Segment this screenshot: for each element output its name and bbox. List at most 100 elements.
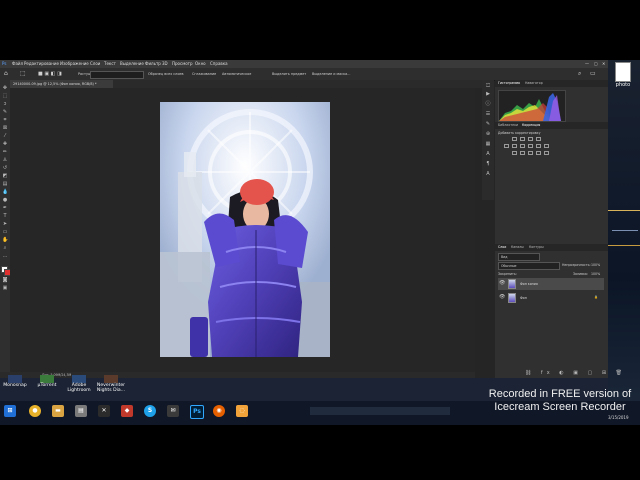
zoom-tool-icon[interactable]: ⌕: [2, 246, 8, 251]
quick-select-tool-icon[interactable]: ✎: [2, 110, 8, 115]
hand-tool-icon[interactable]: ✋: [2, 238, 8, 243]
windows-start-icon[interactable]: ⊞: [4, 405, 16, 417]
frame-tool-icon[interactable]: ⊠: [2, 126, 8, 131]
play-icon[interactable]: ▶: [485, 92, 491, 97]
desktop-icon-utorrent[interactable]: µTorrent: [34, 375, 60, 388]
desktop-icon-monosnap[interactable]: Monosnap: [2, 375, 28, 388]
invert-adjust-icon[interactable]: [512, 151, 517, 155]
hue-adjust-icon[interactable]: [512, 144, 517, 148]
info-icon[interactable]: ⓘ: [485, 102, 491, 107]
firefox-icon[interactable]: ◉: [213, 405, 225, 417]
paragraph-icon[interactable]: ¶: [485, 162, 491, 167]
menu-edit[interactable]: Редактирование: [24, 61, 59, 66]
tab-channels[interactable]: Каналы: [511, 245, 524, 249]
search-icon[interactable]: ⌕: [578, 70, 581, 78]
menu-file[interactable]: Файл: [12, 61, 23, 66]
visibility-eye-icon[interactable]: 👁: [499, 295, 505, 300]
more-tools-icon[interactable]: …: [2, 254, 8, 259]
bw-adjust-icon[interactable]: [528, 144, 533, 148]
document-tab[interactable]: 29140000-09.jpg @ 12,5% (Фон копия, RGB/…: [10, 80, 113, 88]
close-button[interactable]: ✕: [602, 61, 605, 66]
move-tool-icon[interactable]: ✥: [2, 86, 8, 91]
opacity-value[interactable]: 100%: [591, 263, 600, 267]
layer-footer-icons[interactable]: ⛓ fx ◐ ▣ ▢ ⊞ 🗑: [525, 370, 626, 376]
gradient-map-icon[interactable]: [536, 151, 541, 155]
exposure-adjust-icon[interactable]: [536, 137, 541, 141]
type-tool-icon[interactable]: T: [2, 214, 8, 219]
tab-navigator[interactable]: Навигатор: [525, 81, 543, 85]
blend-mode-select[interactable]: Обычные: [498, 262, 560, 270]
channel-mixer-icon[interactable]: [544, 144, 549, 148]
layer-row[interactable]: 👁 Фон копия: [498, 278, 604, 290]
brush-settings-icon[interactable]: ✎: [485, 122, 491, 127]
layer-filter-select[interactable]: Вид: [498, 253, 540, 261]
minimize-button[interactable]: —: [585, 61, 589, 66]
eyedropper-tool-icon[interactable]: ⁄: [2, 134, 8, 139]
dodge-tool-icon[interactable]: ●: [2, 198, 8, 203]
selection-mode-icons[interactable]: ■ ▣ ◧ ◨: [38, 71, 62, 77]
curves-adjust-icon[interactable]: [528, 137, 533, 141]
vibrance-adjust-icon[interactable]: [504, 144, 509, 148]
shape-tool-icon[interactable]: ▭: [2, 230, 8, 235]
home-icon[interactable]: ⌂: [4, 70, 8, 77]
quick-mask-icon[interactable]: ◙: [2, 278, 8, 283]
pen-tool-icon[interactable]: ✒: [2, 206, 8, 211]
app-icon[interactable]: ◌: [236, 405, 248, 417]
tab-adjustments[interactable]: Коррекция: [522, 123, 540, 127]
screen-mode-icon[interactable]: ▣: [2, 286, 8, 291]
menu-help[interactable]: Справка: [210, 61, 228, 66]
visibility-eye-icon[interactable]: 👁: [499, 281, 505, 286]
tab-libraries[interactable]: Библиотеки: [498, 123, 518, 127]
history-icon[interactable]: ⏍: [485, 84, 491, 89]
healing-tool-icon[interactable]: ✚: [2, 142, 8, 147]
eraser-tool-icon[interactable]: ◩: [2, 174, 8, 179]
files-icon[interactable]: ▤: [75, 405, 87, 417]
character-icon[interactable]: A: [485, 172, 491, 177]
git-icon[interactable]: ◆: [121, 405, 133, 417]
photo-filter-icon[interactable]: [536, 144, 541, 148]
sample-all-checkbox[interactable]: Образец всех слоев: [148, 72, 184, 76]
tab-paths[interactable]: Контуры: [529, 245, 544, 249]
path-select-tool-icon[interactable]: ➤: [2, 222, 8, 227]
photoshop-taskbar-icon[interactable]: Ps: [190, 405, 204, 419]
brush-tool-icon[interactable]: ✏: [2, 150, 8, 155]
swatches-icon[interactable]: ▦: [485, 142, 491, 147]
auto-enhance-checkbox[interactable]: Автоматическое: [222, 72, 251, 76]
marquee-tool-icon[interactable]: ⬚: [2, 94, 8, 99]
maximize-button[interactable]: ▢: [594, 61, 598, 66]
select-subject-button[interactable]: Выделить предмет: [272, 72, 306, 76]
desktop-icon-neverwinter[interactable]: Neverwinter Nights Dia...: [96, 375, 126, 393]
glyphs-icon[interactable]: A: [485, 152, 491, 157]
menu-text[interactable]: Текст: [104, 61, 116, 66]
layer-row[interactable]: 👁 Фон 🔒: [498, 292, 604, 304]
mail-icon[interactable]: ✉: [167, 405, 179, 417]
history-brush-icon[interactable]: ↺: [2, 166, 8, 171]
tab-layers[interactable]: Слои: [498, 245, 506, 249]
color-balance-icon[interactable]: [520, 144, 525, 148]
skype-icon[interactable]: S: [144, 405, 156, 417]
blur-tool-icon[interactable]: 💧: [2, 190, 8, 195]
clone-source-icon[interactable]: ⊕: [485, 132, 491, 137]
menu-select[interactable]: Выделение: [120, 61, 144, 66]
smooth-edge-checkbox[interactable]: Сглаживание: [192, 72, 216, 76]
menu-filter[interactable]: Фильтр: [145, 61, 161, 66]
desktop-icon-photo[interactable]: photo: [610, 62, 636, 92]
workspace-icon[interactable]: ▭: [590, 70, 596, 77]
lasso-tool-icon[interactable]: ↄ: [2, 102, 8, 107]
select-mask-button[interactable]: Выделение и маска...: [312, 72, 350, 76]
menu-layers[interactable]: Слои: [90, 61, 100, 66]
levels-adjust-icon[interactable]: [520, 137, 525, 141]
desktop-icon-lightroom[interactable]: Adobe Lightroom: [64, 375, 94, 393]
brightness-adjust-icon[interactable]: [512, 137, 517, 141]
properties-icon[interactable]: ☰: [485, 112, 491, 117]
selective-color-icon[interactable]: [544, 151, 549, 155]
gradient-tool-icon[interactable]: ▤: [2, 182, 8, 187]
posterize-adjust-icon[interactable]: [520, 151, 525, 155]
menu-view[interactable]: Просмотр: [172, 61, 193, 66]
crop-tool-icon[interactable]: ⌗: [2, 118, 8, 123]
folder-icon[interactable]: ▬: [52, 405, 64, 417]
menu-window[interactable]: Окно: [195, 61, 206, 66]
vortex-icon[interactable]: ✕: [98, 405, 110, 417]
chrome-icon[interactable]: ●: [29, 405, 41, 417]
photo-canvas[interactable]: [160, 102, 330, 357]
